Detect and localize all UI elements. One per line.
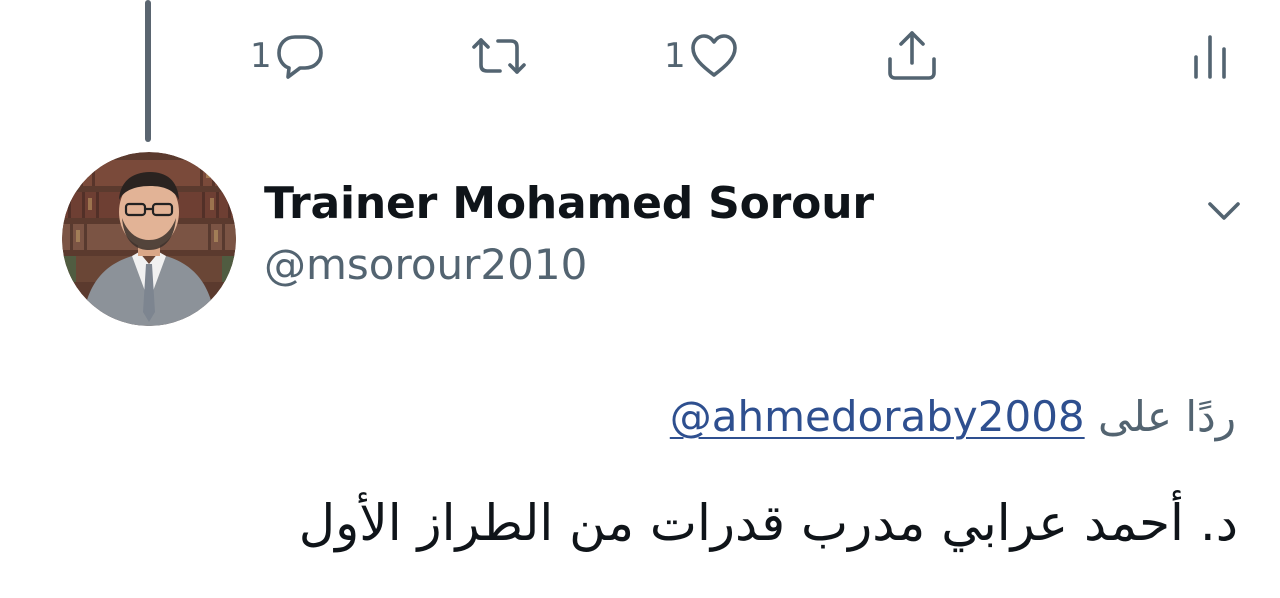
reply-mention-link[interactable]: @ahmedoraby2008 [670,392,1085,441]
like-icon [688,31,740,81]
more-options-button[interactable] [1204,194,1244,228]
like-count: 1 [664,36,686,76]
thread-connector-line [145,0,151,142]
reply-count: 1 [250,36,272,76]
tweet-text: د. أحمد عرابي مدرب قدرات من الطراز الأول [298,494,1238,552]
reply-button[interactable]: 1 [250,26,326,86]
replying-to: ردًا على @ahmedoraby2008 [670,392,1236,441]
chevron-down-icon [1204,202,1244,232]
retweet-icon [468,31,530,81]
avatar-photo [62,152,236,326]
reply-icon [274,31,326,81]
analytics-icon [1190,31,1230,81]
analytics-button[interactable] [1190,26,1230,86]
replying-to-label: ردًا على [1098,392,1236,441]
avatar[interactable] [62,152,236,326]
author-display-name[interactable]: Trainer Mohamed Sorour [264,178,874,229]
share-button[interactable] [884,26,940,86]
retweet-button[interactable] [466,26,530,86]
author-handle[interactable]: @msorour2010 [264,240,587,289]
share-icon [884,29,940,83]
like-button[interactable]: 1 [664,26,740,86]
tweet-view: 1 1 Trainer Mohamed Sorour @msorour2010 … [0,0,1280,598]
